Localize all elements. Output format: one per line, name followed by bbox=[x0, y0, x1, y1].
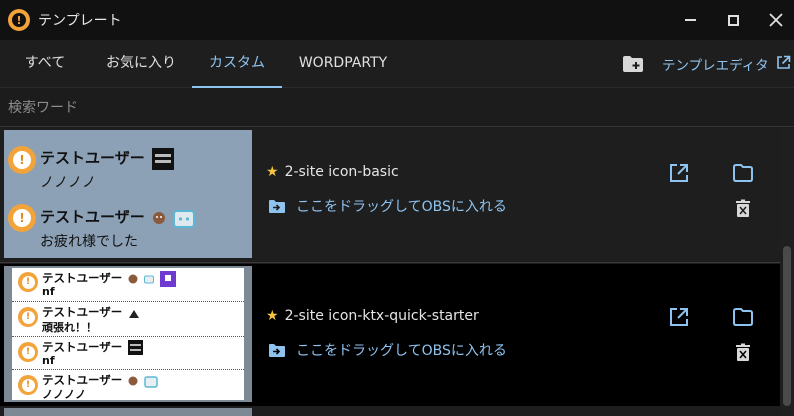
preview-username: テストユーザー bbox=[40, 149, 145, 167]
template-name: 2-site icon-ktx-quick-starter bbox=[284, 308, 479, 324]
star-icon[interactable]: ★ bbox=[266, 164, 279, 180]
preview-username: テストユーザー bbox=[42, 305, 123, 319]
preview-message: ノノノノ bbox=[40, 175, 96, 191]
folder-icon[interactable] bbox=[732, 162, 754, 184]
template-item: ! テストユーザー nf ! テストユーザー 頑張れ！！ ! テストユーザー n… bbox=[0, 264, 780, 406]
drag-handle[interactable]: ここをドラッグしてOBSに入れる bbox=[268, 196, 507, 216]
avatar: ! bbox=[8, 146, 36, 174]
avatar: ! bbox=[18, 272, 38, 292]
preview-message: 頑張れ！！ bbox=[42, 321, 97, 334]
close-button[interactable] bbox=[764, 8, 788, 32]
sparkle-badge-icon bbox=[129, 309, 140, 318]
tab-custom[interactable]: カスタム bbox=[192, 40, 282, 88]
preview-message: ノノノノ bbox=[42, 388, 86, 401]
star-icon[interactable]: ★ bbox=[266, 308, 279, 324]
bilibili-tv-icon bbox=[144, 375, 159, 388]
maximize-button[interactable] bbox=[721, 8, 745, 32]
folder-icon[interactable] bbox=[732, 306, 754, 328]
drag-label: ここをドラッグしてOBSに入れる bbox=[296, 199, 507, 215]
bilibili-tv-icon bbox=[144, 275, 155, 283]
preview-message: nf bbox=[42, 285, 55, 298]
template-item: ! テストユーザー ノノノノ ! テストユーザー お疲れ様でした ★ 2-sit… bbox=[0, 128, 780, 263]
tab-all[interactable]: すべて bbox=[14, 40, 76, 88]
avatar: ! bbox=[18, 307, 38, 327]
tab-wordparty[interactable]: WORDPARTY bbox=[290, 40, 396, 88]
scrollbar[interactable] bbox=[780, 128, 794, 416]
template-list: ! テストユーザー ノノノノ ! テストユーザー お疲れ様でした ★ 2-sit… bbox=[0, 128, 780, 416]
dog-badge-icon bbox=[128, 376, 138, 385]
avatar: ! bbox=[8, 204, 36, 232]
twitch-badge-icon bbox=[160, 270, 177, 287]
avatar: ! bbox=[18, 342, 38, 362]
scrollbar-thumb[interactable] bbox=[783, 246, 791, 406]
search-input[interactable] bbox=[8, 97, 768, 119]
template-editor-link[interactable]: テンプレエディタ bbox=[662, 54, 769, 74]
show-room-badge-icon bbox=[128, 340, 144, 355]
folder-import-icon bbox=[269, 343, 285, 357]
tab-favorites[interactable]: お気に入り bbox=[96, 40, 186, 88]
delete-icon[interactable] bbox=[732, 342, 754, 364]
dog-badge-icon bbox=[152, 211, 165, 224]
template-preview[interactable] bbox=[4, 408, 252, 416]
external-link-icon[interactable] bbox=[776, 55, 791, 70]
preview-username: テストユーザー bbox=[40, 208, 145, 226]
show-room-badge-icon bbox=[151, 147, 174, 170]
open-external-icon[interactable] bbox=[668, 162, 690, 184]
delete-icon[interactable] bbox=[732, 198, 754, 220]
preview-username: テストユーザー bbox=[42, 340, 123, 354]
dog-badge-icon bbox=[128, 274, 138, 283]
template-item bbox=[0, 406, 780, 416]
template-preview[interactable]: ! テストユーザー nf ! テストユーザー 頑張れ！！ ! テストユーザー n… bbox=[4, 266, 252, 402]
title-bar: ! テンプレート bbox=[0, 0, 794, 40]
preview-message: nf bbox=[42, 354, 55, 367]
drag-label: ここをドラッグしてOBSに入れる bbox=[296, 343, 507, 359]
close-icon bbox=[769, 13, 783, 27]
open-external-icon[interactable] bbox=[668, 306, 690, 328]
minimize-button[interactable] bbox=[678, 8, 702, 32]
preview-username: テストユーザー bbox=[42, 373, 123, 387]
avatar: ! bbox=[18, 375, 38, 395]
app-logo-icon: ! bbox=[8, 9, 30, 31]
search-bar bbox=[0, 89, 794, 127]
drag-handle[interactable]: ここをドラッグしてOBSに入れる bbox=[268, 340, 507, 360]
bilibili-tv-icon bbox=[173, 209, 196, 228]
template-name: 2-site icon-basic bbox=[284, 164, 399, 180]
new-folder-icon[interactable] bbox=[622, 55, 644, 73]
folder-import-icon bbox=[269, 199, 285, 213]
template-preview[interactable]: ! テストユーザー ノノノノ ! テストユーザー お疲れ様でした bbox=[4, 130, 252, 258]
preview-message: お疲れ様でした bbox=[40, 234, 138, 250]
preview-username: テストユーザー bbox=[42, 271, 123, 285]
window-title: テンプレート bbox=[38, 13, 122, 29]
